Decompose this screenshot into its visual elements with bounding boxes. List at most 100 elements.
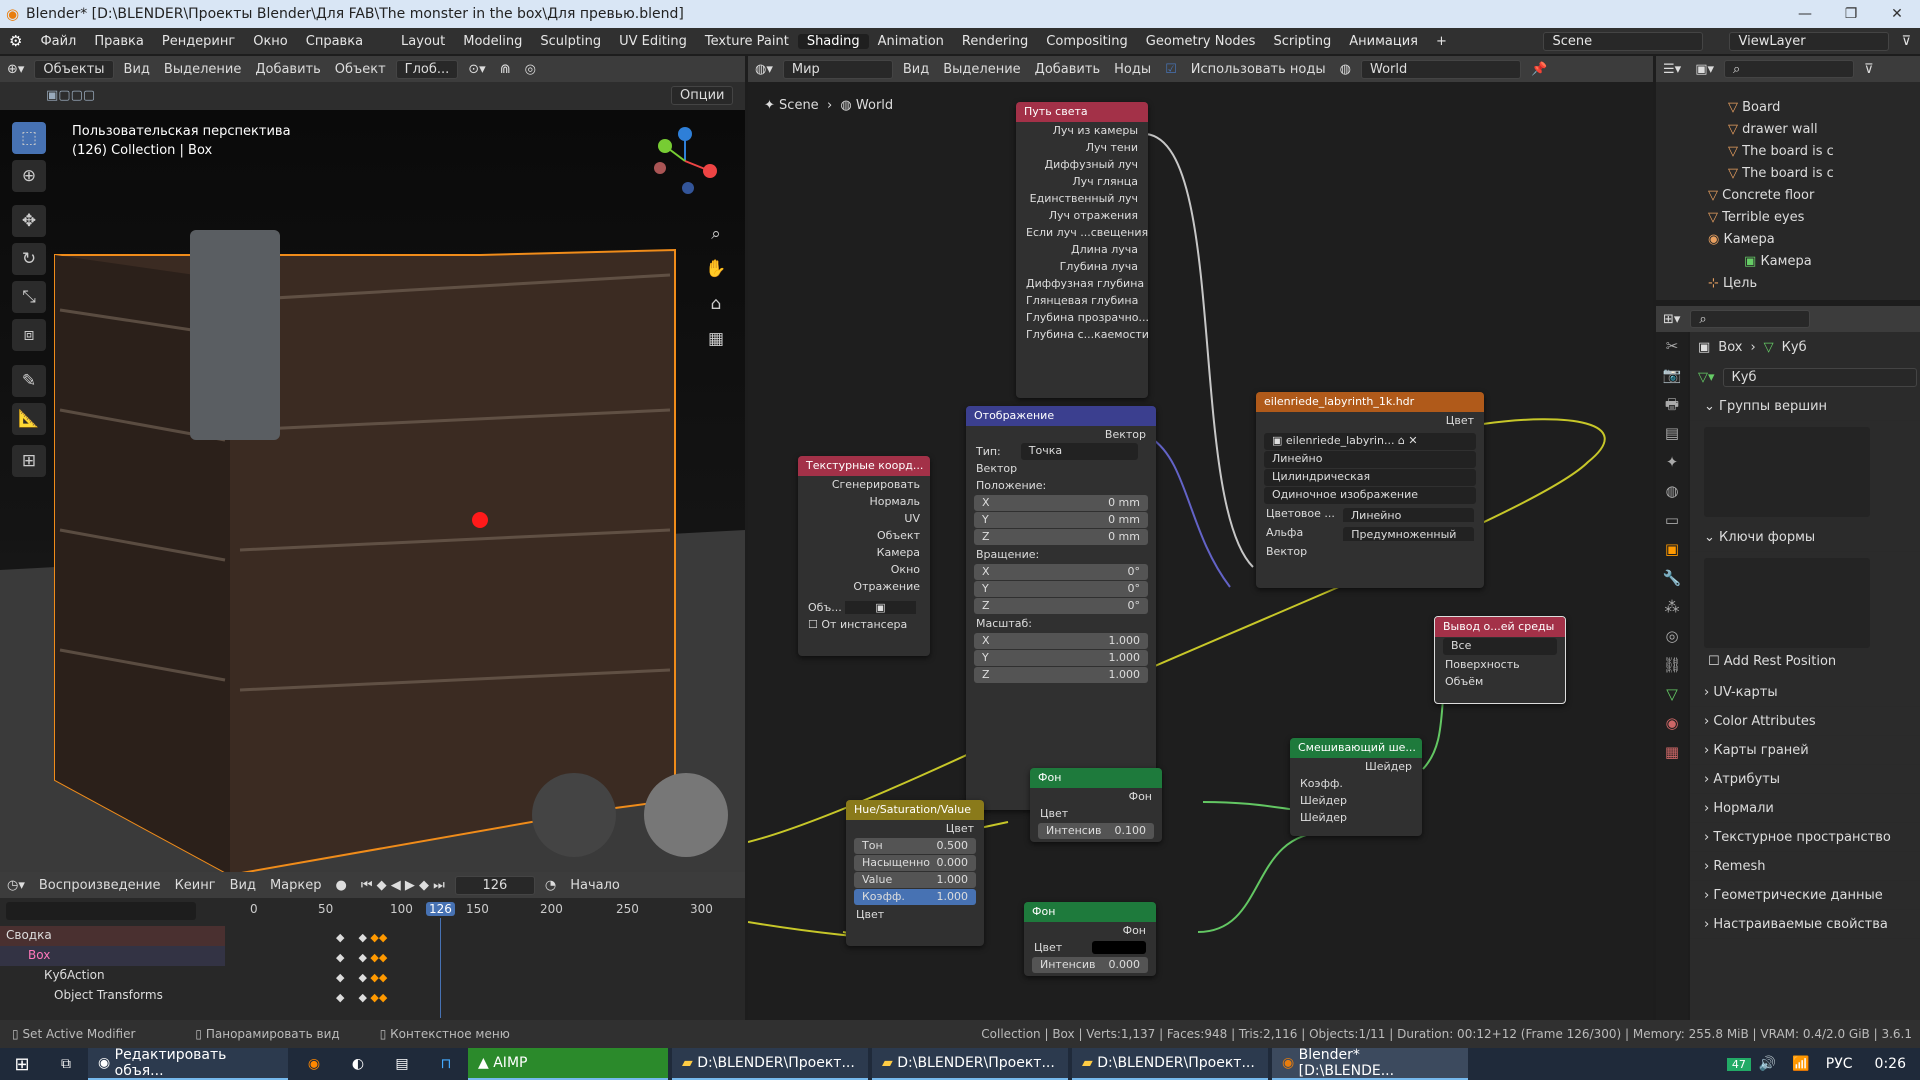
bg1-strength-field[interactable]: Интенсив 0.100 [1038,823,1154,839]
channel-box[interactable]: Box [0,946,225,966]
taskbar-explorer-3[interactable]: ▰ D:\BLENDER\Проект... [1072,1048,1268,1080]
outliner-item[interactable]: ▽ Concrete floor [1656,184,1920,206]
menu-window[interactable]: Окно [244,34,297,49]
pivot-icon[interactable]: ⊙▾ [461,62,492,77]
tab-animation[interactable]: Animation [869,34,953,49]
node-texture-coordinate[interactable]: Текстурные коорд... Сгенерировать Нормал… [798,456,930,656]
tab-modeling[interactable]: Modeling [454,34,531,49]
colorspace-dropdown[interactable]: Линейно [1342,508,1474,522]
world-selector[interactable]: World [1360,59,1521,79]
normals-section[interactable]: › Нормали [1690,794,1920,823]
taskbar-explorer-2[interactable]: ▰ D:\BLENDER\Проект... [872,1048,1068,1080]
maximize-button[interactable]: ❐ [1828,6,1874,22]
viewport-menu-add[interactable]: Добавить [248,62,327,77]
taskbar-chrome[interactable]: ◉ Редактировать объя... [88,1047,288,1080]
outliner-item[interactable]: ▽ The board is c [1656,140,1920,162]
grid-view-icon[interactable]: ▦ [702,325,730,353]
outliner-type-icon[interactable]: ☰▾ [1656,62,1688,77]
scale-icon[interactable]: ⤡ [12,281,46,313]
orientation-selector[interactable]: Глоб... [395,59,459,79]
camera-view-icon[interactable]: ⌂ [702,290,730,318]
menu-help[interactable]: Справка [297,34,372,49]
tab-animation-ru[interactable]: Анимация [1340,34,1427,49]
pin-icon[interactable]: 📌 [1524,62,1554,77]
node-world-output[interactable]: Вывод о...ей среды Все Поверхность Объём [1434,616,1566,704]
outliner-item[interactable]: ▽ Board [1656,96,1920,118]
tab-layout[interactable]: Layout [392,34,454,49]
3d-viewport[interactable]: Пользовательская перспектива (126) Colle… [0,110,745,875]
viewlayer-selector[interactable]: ViewLayer [1729,31,1890,51]
from-instancer-checkbox[interactable]: ☐ [808,618,818,631]
timeline-area[interactable]: 0 50 100 126 150 200 250 300 Сводка Box … [0,898,745,1020]
outliner-item[interactable]: ◉ Камера [1656,228,1920,250]
taskbar-aimp[interactable]: ▲ AIMP [468,1048,668,1080]
rest-position-row[interactable]: ☐ Add Rest Position [1690,654,1920,678]
display-mode-icon[interactable]: ▣▾ [1688,62,1721,77]
minimize-button[interactable]: — [1782,6,1828,22]
interpolation-dropdown[interactable]: Линейно [1264,451,1476,468]
node-menu-select[interactable]: Выделение [936,62,1027,77]
transform-icon[interactable]: ⧈ [12,319,46,351]
source-dropdown[interactable]: Одиночное изображение [1264,487,1476,504]
menu-file[interactable]: Файл [31,34,85,49]
zoom-icon[interactable]: ⌕ [702,220,730,248]
outliner-item[interactable]: ▽ Terrible eyes [1656,206,1920,228]
node-hue-saturation-value[interactable]: Hue/Saturation/Value Цвет Тон 0.500 Насыщ… [846,800,984,946]
node-menu-node[interactable]: Ноды [1107,62,1158,77]
proportional-icon[interactable]: ◎ [518,62,543,77]
fac-field[interactable]: Коэфф. 1.000 [854,889,976,905]
timeline-view-menu[interactable]: Вид [223,878,263,893]
scale-z[interactable]: Z 1.000 [974,667,1148,683]
options-dropdown[interactable]: Опции [671,86,734,105]
bg2-strength-field[interactable]: Интенсив 0.000 [1032,957,1148,973]
face-maps-section[interactable]: › Карты граней [1690,736,1920,765]
viewport-menu-object[interactable]: Объект [328,62,393,77]
network-icon[interactable]: 📶 [1784,1056,1817,1072]
node-editor-type-icon[interactable]: ◍▾ [748,62,780,77]
tab-uv-editing[interactable]: UV Editing [610,34,696,49]
editor-type-icon[interactable]: ⊕▾ [0,62,31,77]
clock[interactable]: 0:26 [1861,1056,1920,1072]
keyframes[interactable]: ◆ ◆ ◆◆ ◆ ◆ ◆◆ ◆ ◆ ◆◆ ◆ ◆ ◆◆ [336,928,387,1008]
alpha-dropdown[interactable]: Предумноженный [1343,527,1474,541]
outliner[interactable]: ▽ Board ▽ drawer wall ▽ The board is c ▽… [1656,82,1920,300]
node-editor[interactable]: ✦ Scene › ◍ World Путь света Луч из каме… [748,82,1653,1020]
app-icon[interactable]: ◐ [336,1056,380,1072]
add-cube-icon[interactable]: ⊞ [12,445,46,477]
navigation-gizmo[interactable] [650,126,720,196]
object-picker[interactable]: ▣ [845,601,916,614]
vertex-groups-panel[interactable]: ⌄ Группы вершин [1690,392,1920,421]
rotation-y[interactable]: Y 0° [974,581,1148,597]
rotation-z[interactable]: Z 0° [974,598,1148,614]
node-background-1[interactable]: Фон Фон Цвет Интенсив 0.100 [1030,768,1162,842]
color-attributes-section[interactable]: › Color Attributes [1690,707,1920,736]
record-icon[interactable]: ● [328,878,353,893]
filter-icon[interactable]: ⊽ [1892,34,1920,49]
outliner-item[interactable]: ▣ Камера [1656,250,1920,272]
timeline-editor-icon[interactable]: ◷▾ [0,878,32,893]
channel-object-transforms[interactable]: Object Transforms [0,986,225,1006]
marker-menu[interactable]: Маркер [263,878,329,893]
node-mapping[interactable]: Отображение Вектор Тип: Точка Вектор Поло… [966,406,1156,810]
scene-selector[interactable]: Scene [1543,31,1704,51]
node-mix-shader[interactable]: Смешивающий ше... Шейдер Коэфф. Шейдер Ш… [1290,738,1422,836]
move-icon[interactable]: ✥ [12,205,46,237]
close-button[interactable]: ✕ [1874,6,1920,22]
node-background-2[interactable]: Фон Фон Цвет Интенсив 0.000 [1024,902,1156,976]
mesh-name-field[interactable]: Куб [1722,367,1917,387]
outliner-item[interactable]: ▽ The board is c [1656,162,1920,184]
vertex-groups-list[interactable] [1704,427,1870,517]
timeline-search-input[interactable] [6,902,196,920]
attributes-section[interactable]: › Атрибуты [1690,765,1920,794]
tab-scripting[interactable]: Scripting [1264,34,1340,49]
custom-properties-section[interactable]: › Настраиваемые свойства [1690,910,1920,939]
firefox-icon[interactable]: ◉ [292,1056,336,1072]
add-workspace-button[interactable]: + [1427,34,1456,49]
app-blue-icon[interactable]: ⊓ [424,1056,468,1072]
hue-field[interactable]: Тон 0.500 [854,838,976,854]
outliner-item[interactable]: ⊹ Цель [1656,272,1920,294]
volume-icon[interactable]: 🔊 [1751,1056,1784,1072]
properties-search-input[interactable]: ⌕ [1690,310,1811,328]
menu-render[interactable]: Рендеринг [153,34,244,49]
tab-shading[interactable]: Shading [797,33,869,49]
